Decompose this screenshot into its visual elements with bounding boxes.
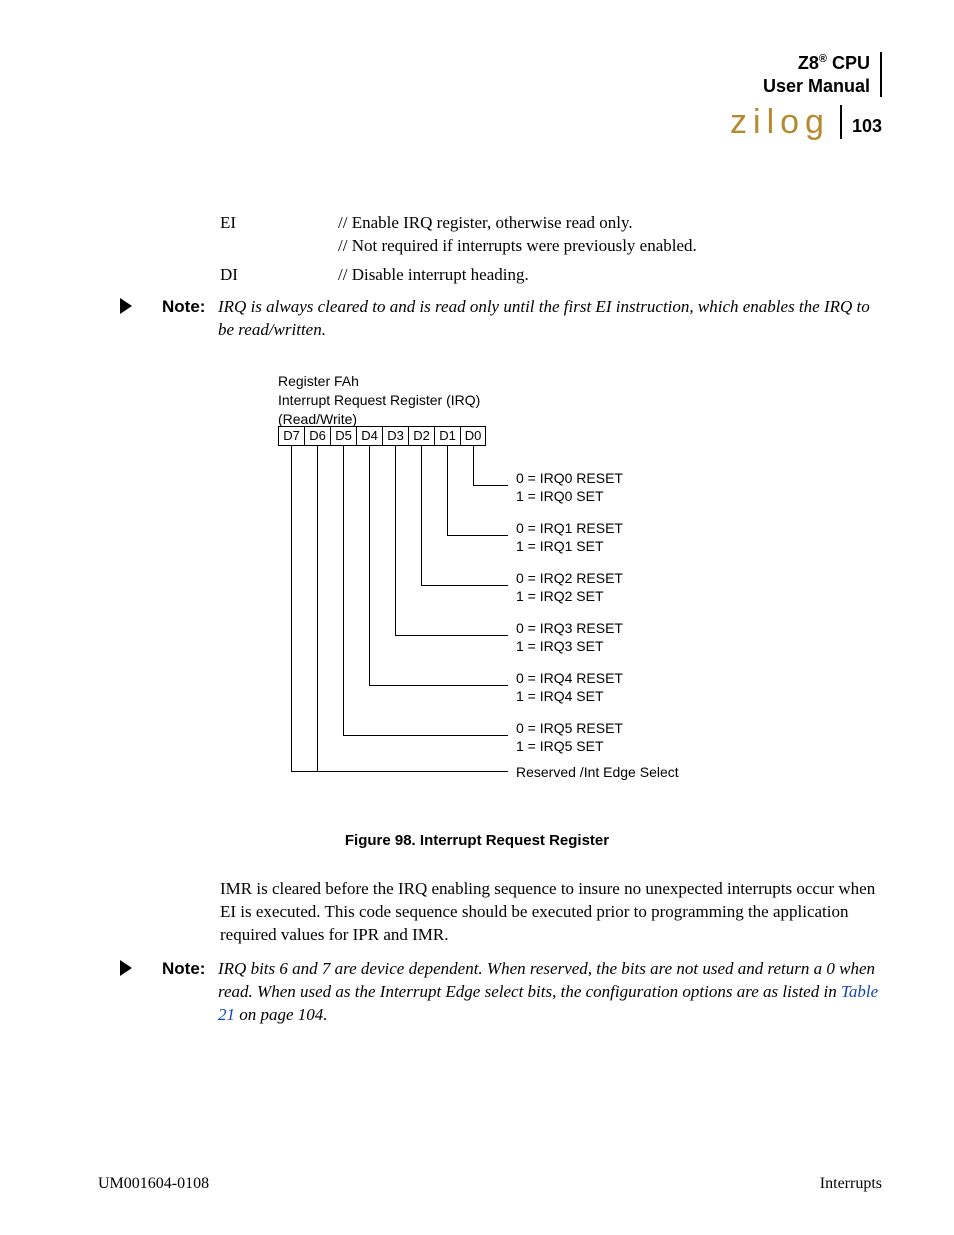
figure-caption: Figure 98. Interrupt Request Register — [0, 832, 954, 849]
wire — [395, 446, 396, 636]
wire — [447, 446, 448, 536]
bit-label: 0 = IRQ2 RESET1 = IRQ2 SET — [516, 570, 623, 605]
note-label: Note: — [162, 958, 205, 981]
doc-title: Z8® CPU User Manual — [730, 52, 882, 97]
bit-cell: D3 — [382, 426, 408, 446]
bit-cell: D4 — [356, 426, 382, 446]
wire — [291, 446, 292, 772]
register-diagram: Register FAh Interrupt Request Register … — [278, 372, 738, 827]
title-sup: ® — [819, 53, 827, 65]
code-block: EI // Enable IRQ register, otherwise rea… — [220, 212, 890, 293]
wire — [369, 446, 370, 686]
note-marker-icon — [120, 960, 132, 976]
title-prefix: Z8 — [798, 53, 819, 73]
bit-cell: D0 — [460, 426, 486, 446]
note-marker-icon — [120, 298, 132, 314]
bit-cell: D5 — [330, 426, 356, 446]
note-block: Note: IRQ bits 6 and 7 are device depend… — [120, 958, 890, 1027]
bit-cell: D2 — [408, 426, 434, 446]
note-label: Note: — [162, 296, 205, 319]
mnemonic: DI — [220, 264, 338, 287]
body-paragraph: IMR is cleared before the IRQ enabling s… — [220, 878, 890, 947]
bit-row: D7 D6 D5 D4 D3 D2 D1 D0 — [278, 426, 486, 446]
zilog-logo: zilog — [730, 105, 842, 139]
bit-label: 0 = IRQ5 RESET1 = IRQ5 SET — [516, 720, 623, 755]
note-block: Note: IRQ is always cleared to and is re… — [120, 296, 890, 342]
footer-section: Interrupts — [820, 1175, 882, 1193]
wire — [343, 446, 344, 736]
bit-label: 0 = IRQ4 RESET1 = IRQ4 SET — [516, 670, 623, 705]
wire — [343, 735, 508, 736]
wire — [447, 535, 508, 536]
wire — [421, 585, 508, 586]
bit-label: 0 = IRQ0 RESET1 = IRQ0 SET — [516, 470, 623, 505]
code-row: DI // Disable interrupt heading. — [220, 264, 890, 287]
note-text: IRQ is always cleared to and is read onl… — [218, 296, 890, 342]
bit-cell: D7 — [278, 426, 304, 446]
bit-cell: D6 — [304, 426, 330, 446]
title-suffix: CPU — [827, 53, 870, 73]
wire — [317, 446, 318, 772]
code-row: EI // Enable IRQ register, otherwise rea… — [220, 212, 890, 258]
title-line2: User Manual — [730, 75, 870, 98]
code-comment: // Enable IRQ register, otherwise read o… — [338, 212, 697, 258]
wire — [473, 446, 474, 486]
footer-docnum: UM001604-0108 — [98, 1175, 209, 1193]
bit-label: Reserved /Int Edge Select — [516, 764, 679, 782]
bit-label: 0 = IRQ1 RESET1 = IRQ1 SET — [516, 520, 623, 555]
bit-label: 0 = IRQ3 RESET1 = IRQ3 SET — [516, 620, 623, 655]
mnemonic: EI — [220, 212, 338, 258]
wire — [473, 485, 508, 486]
wire — [421, 446, 422, 586]
wire — [395, 635, 508, 636]
code-comment: // Disable interrupt heading. — [338, 264, 529, 287]
bit-cell: D1 — [434, 426, 460, 446]
wire — [291, 771, 508, 772]
page-header: Z8® CPU User Manual zilog 103 — [730, 52, 882, 139]
note-text: IRQ bits 6 and 7 are device dependent. W… — [218, 958, 890, 1027]
page-number: 103 — [852, 116, 882, 139]
diagram-header: Register FAh Interrupt Request Register … — [278, 372, 738, 429]
wire — [369, 685, 508, 686]
